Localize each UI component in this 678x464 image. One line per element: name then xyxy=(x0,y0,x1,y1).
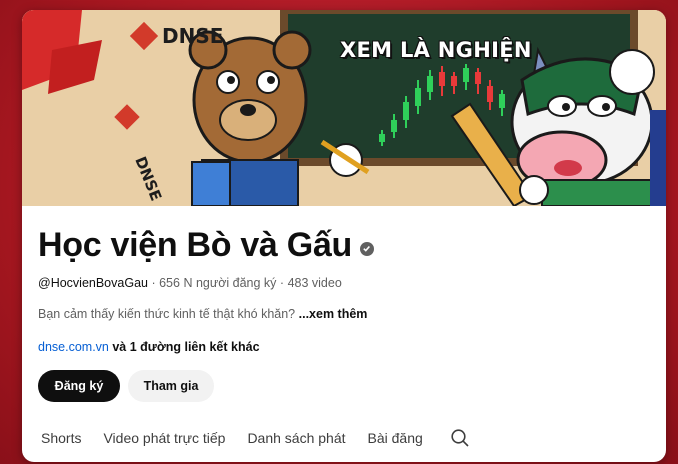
tab-live[interactable]: Video phát trực tiếp xyxy=(103,430,225,446)
subscribe-button[interactable]: Đăng ký xyxy=(38,370,120,402)
tab-playlists[interactable]: Danh sách phát xyxy=(247,430,345,446)
meta-separator: · xyxy=(151,276,156,290)
tab-shorts[interactable]: Shorts xyxy=(41,430,81,446)
subscriber-count: 656 N người đăng ký xyxy=(159,276,277,290)
banner-brand-logo: DNSE xyxy=(162,24,224,48)
channel-tabs: Shorts Video phát trực tiếp Danh sách ph… xyxy=(30,424,481,452)
channel-meta: @HocvienBovaGau · 656 N người đăng ký · … xyxy=(38,276,342,290)
channel-name: Học viện Bò và Gấu xyxy=(38,226,352,264)
channel-card: DNSE DNSE XEM LÀ NGHIỆN Học viện Bò và G… xyxy=(22,10,666,462)
more-links[interactable]: và 1 đường liên kết khác xyxy=(112,340,259,354)
more-link[interactable]: ...xem thêm xyxy=(299,307,368,321)
banner-headline: XEM LÀ NGHIỆN xyxy=(340,38,532,62)
channel-link[interactable]: dnse.com.vn xyxy=(38,340,109,354)
verified-check-icon xyxy=(359,241,374,256)
channel-links: dnse.com.vn và 1 đường liên kết khác xyxy=(38,340,260,354)
search-icon[interactable] xyxy=(450,428,470,448)
tab-posts[interactable]: Bài đăng xyxy=(368,430,423,446)
channel-description[interactable]: Bạn cảm thấy kiến thức kinh tế thật khó … xyxy=(38,307,367,321)
channel-banner: DNSE DNSE XEM LÀ NGHIỆN xyxy=(22,10,666,206)
video-count: 483 video xyxy=(287,276,342,290)
description-text: Bạn cảm thấy kiến thức kinh tế thật khó … xyxy=(38,307,296,321)
meta-separator: · xyxy=(279,276,285,290)
channel-title: Học viện Bò và Gấu xyxy=(38,226,374,265)
channel-handle[interactable]: @HocvienBovaGau xyxy=(38,276,148,290)
join-button[interactable]: Tham gia xyxy=(128,370,214,402)
